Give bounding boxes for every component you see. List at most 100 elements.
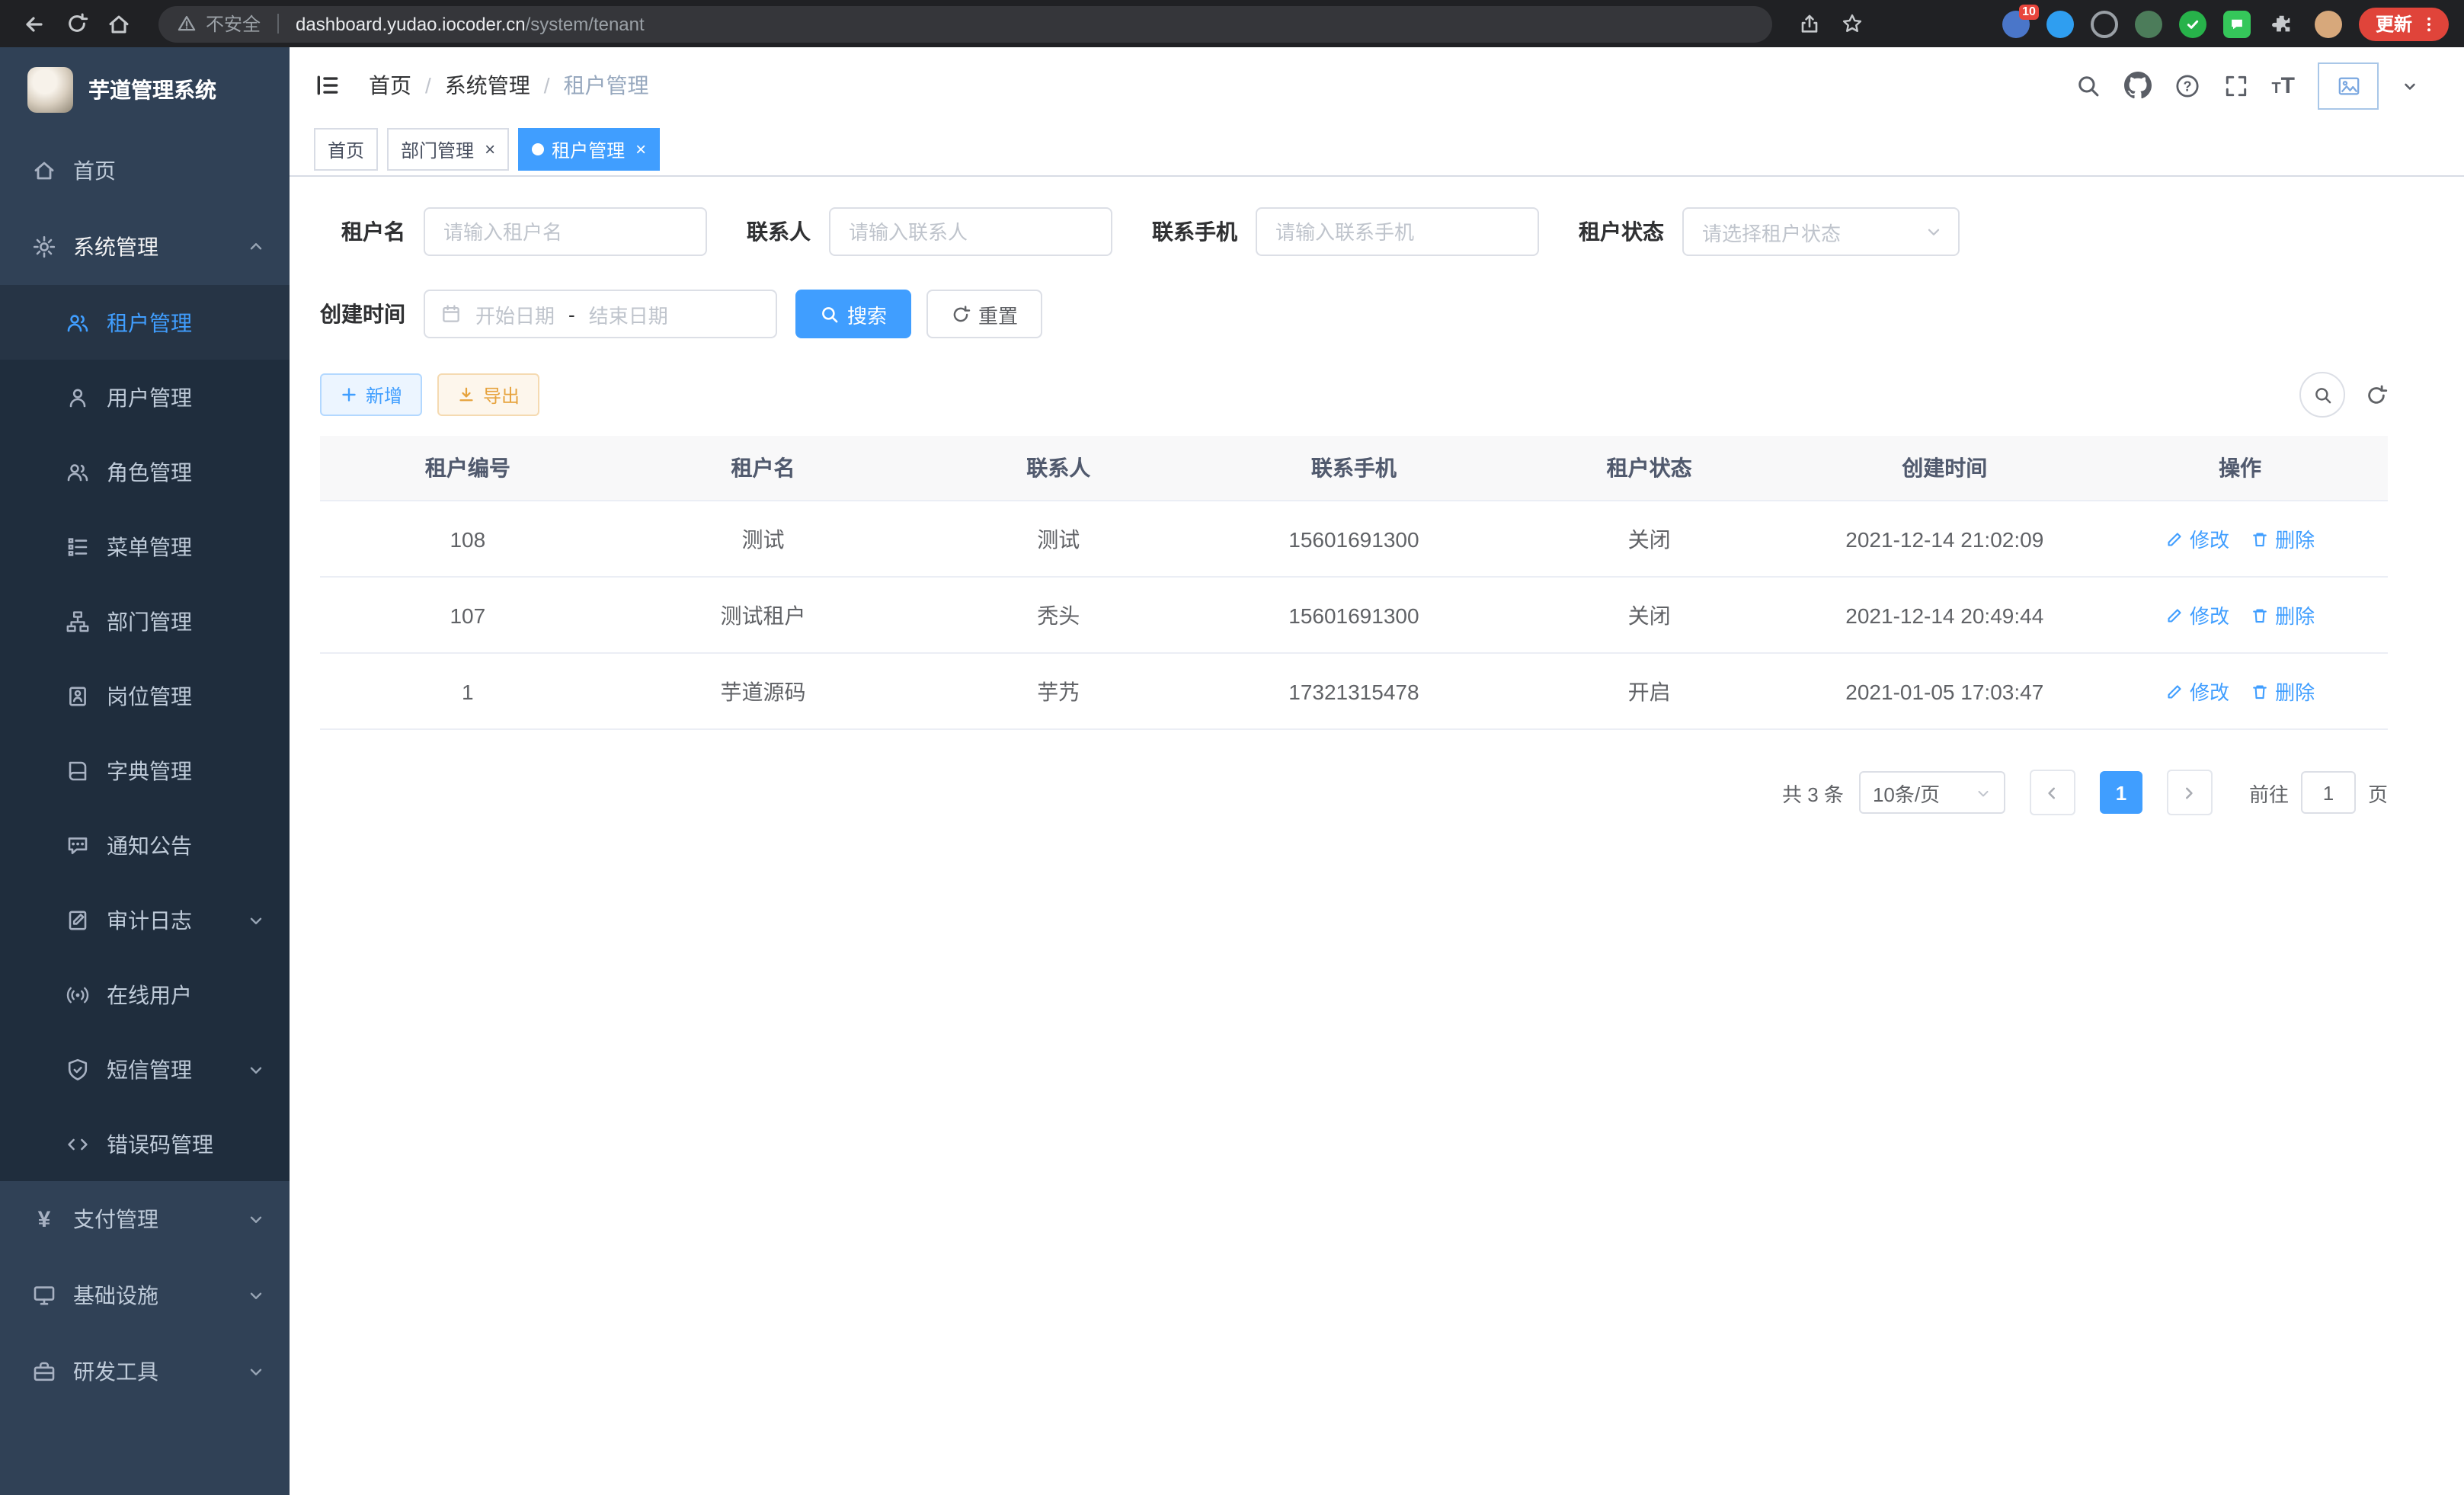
caret-down-icon[interactable] (2402, 77, 2418, 94)
help-icon[interactable]: ? (2174, 72, 2200, 98)
share-icon[interactable] (1790, 5, 1827, 42)
cell-phone: 15601691300 (1206, 577, 1502, 653)
sidebar-item-payment[interactable]: ¥ 支付管理 (0, 1181, 290, 1257)
cell-actions: 修改 删除 (2092, 577, 2388, 653)
people-icon (64, 459, 91, 484)
sidebar-item-user[interactable]: 用户管理 (0, 360, 290, 434)
sidebar-item-devtools[interactable]: 研发工具 (0, 1333, 290, 1410)
goto-page-input[interactable] (2301, 771, 2356, 814)
tag-dept[interactable]: 部门管理 × (387, 128, 509, 171)
table-row: 108 测试 测试 15601691300 关闭 2021-12-14 21:0… (320, 501, 2388, 577)
export-button[interactable]: 导出 (437, 373, 539, 416)
contact-label: 联系人 (747, 216, 811, 247)
tag-home[interactable]: 首页 (314, 128, 378, 171)
extension-icon-4[interactable] (2135, 10, 2162, 37)
address-bar[interactable]: 不安全 dashboard.yudao.iocoder.cn/system/te… (158, 5, 1772, 42)
tenant-name-input[interactable] (424, 207, 707, 256)
sidebar-item-online-user[interactable]: 在线用户 (0, 957, 290, 1032)
search-button[interactable]: 搜索 (795, 290, 911, 338)
extensions-cluster: 10 更新 (2002, 7, 2449, 40)
app-logo[interactable]: 芋道管理系统 (0, 47, 290, 133)
extension-icon-1[interactable]: 10 (2002, 10, 2030, 37)
sidebar-item-label: 短信管理 (107, 1054, 192, 1084)
search-icon[interactable] (2075, 72, 2101, 98)
edit-link[interactable]: 修改 (2165, 600, 2229, 629)
sidebar-item-post[interactable]: 岗位管理 (0, 658, 290, 733)
sidebar-item-home[interactable]: 首页 (0, 133, 290, 209)
bookmark-star-icon[interactable] (1833, 5, 1870, 42)
edit-link[interactable]: 修改 (2165, 524, 2229, 553)
sidebar-item-system[interactable]: 系统管理 (0, 209, 290, 285)
sidebar-item-infra[interactable]: 基础设施 (0, 1257, 290, 1333)
user-avatar[interactable] (2318, 62, 2379, 109)
back-icon[interactable] (15, 5, 52, 42)
col-tenant-name: 租户名 (616, 436, 911, 501)
sidebar-item-label: 支付管理 (73, 1204, 158, 1234)
github-icon[interactable] (2123, 72, 2151, 99)
document-edit-icon (64, 908, 91, 932)
range-separator: - (568, 303, 575, 325)
sidebar-item-audit-log[interactable]: 审计日志 (0, 882, 290, 957)
date-range-picker[interactable]: 开始日期 - 结束日期 (424, 290, 777, 338)
sidebar-item-tenant[interactable]: 租户管理 (0, 285, 290, 360)
refresh-table-button[interactable] (2365, 383, 2388, 406)
extension-icon-2[interactable] (2046, 10, 2074, 37)
prev-page-button[interactable] (2030, 770, 2075, 815)
breadcrumb-system[interactable]: 系统管理 (445, 70, 530, 101)
fullscreen-icon[interactable] (2222, 72, 2248, 98)
delete-link[interactable]: 删除 (2251, 524, 2315, 553)
list-tree-icon (64, 534, 91, 559)
sidebar-item-label: 错误码管理 (107, 1128, 213, 1159)
toggle-search-button[interactable] (2299, 372, 2345, 418)
add-button[interactable]: 新增 (320, 373, 422, 416)
close-icon[interactable]: × (485, 140, 495, 158)
sidebar-item-dict[interactable]: 字典管理 (0, 733, 290, 808)
total-count: 共 3 条 (1782, 778, 1844, 807)
sidebar-item-dept[interactable]: 部门管理 (0, 584, 290, 658)
extension-icon-5[interactable] (2179, 10, 2206, 37)
update-button[interactable]: 更新 (2359, 7, 2449, 40)
delete-link[interactable]: 删除 (2251, 600, 2315, 629)
breadcrumb-current: 租户管理 (564, 70, 649, 101)
sidebar-item-role[interactable]: 角色管理 (0, 434, 290, 509)
breadcrumb-home[interactable]: 首页 (369, 70, 411, 101)
url-text[interactable]: dashboard.yudao.iocoder.cn/system/tenant (296, 13, 645, 34)
cell-status: 开启 (1502, 653, 1797, 729)
status-select[interactable]: 请选择租户状态 (1682, 207, 1960, 256)
font-size-icon[interactable]: TT (2271, 74, 2295, 97)
active-dot (532, 143, 544, 155)
refresh-icon[interactable] (58, 5, 94, 42)
current-page-button[interactable]: 1 (2100, 771, 2142, 814)
security-warning-icon[interactable] (177, 14, 197, 34)
edit-link[interactable]: 修改 (2165, 677, 2229, 706)
security-warning-label[interactable]: 不安全 (206, 11, 261, 37)
chevron-down-icon (1975, 784, 1992, 801)
tag-tenant[interactable]: 租户管理 × (518, 128, 660, 171)
sidebar-item-label: 基础设施 (73, 1280, 158, 1311)
page-size-select[interactable]: 10条/页 (1859, 771, 2005, 814)
reset-button[interactable]: 重置 (926, 290, 1042, 338)
col-tenant-id: 租户编号 (320, 436, 616, 501)
system-submenu: 租户管理 用户管理 角色管理 (0, 285, 290, 1181)
chevron-down-icon (247, 1210, 265, 1228)
extension-icon-6[interactable] (2223, 10, 2251, 37)
next-page-button[interactable] (2167, 770, 2213, 815)
sidebar-item-error-code[interactable]: 错误码管理 (0, 1106, 290, 1181)
cell-name: 测试 (616, 501, 911, 577)
sidebar-item-menu[interactable]: 菜单管理 (0, 509, 290, 584)
cell-status: 关闭 (1502, 501, 1797, 577)
home-icon[interactable] (101, 5, 137, 42)
browser-toolbar: 不安全 dashboard.yudao.iocoder.cn/system/te… (0, 0, 2464, 47)
phone-input[interactable] (1256, 207, 1539, 256)
puzzle-extensions-icon[interactable] (2267, 8, 2298, 39)
contact-input[interactable] (829, 207, 1112, 256)
delete-link[interactable]: 删除 (2251, 677, 2315, 706)
extension-icon-3[interactable] (2091, 10, 2118, 37)
sidebar-item-sms[interactable]: 短信管理 (0, 1032, 290, 1106)
profile-avatar-icon[interactable] (2315, 10, 2342, 37)
tenant-table: 租户编号 租户名 联系人 联系手机 租户状态 创建时间 操作 108 测试 (320, 436, 2388, 730)
sidebar-item-notice[interactable]: 通知公告 (0, 808, 290, 882)
sidebar-toggle-icon[interactable] (314, 72, 341, 99)
close-icon[interactable]: × (635, 140, 646, 158)
browser-menu-kebab-icon[interactable] (2420, 13, 2438, 34)
